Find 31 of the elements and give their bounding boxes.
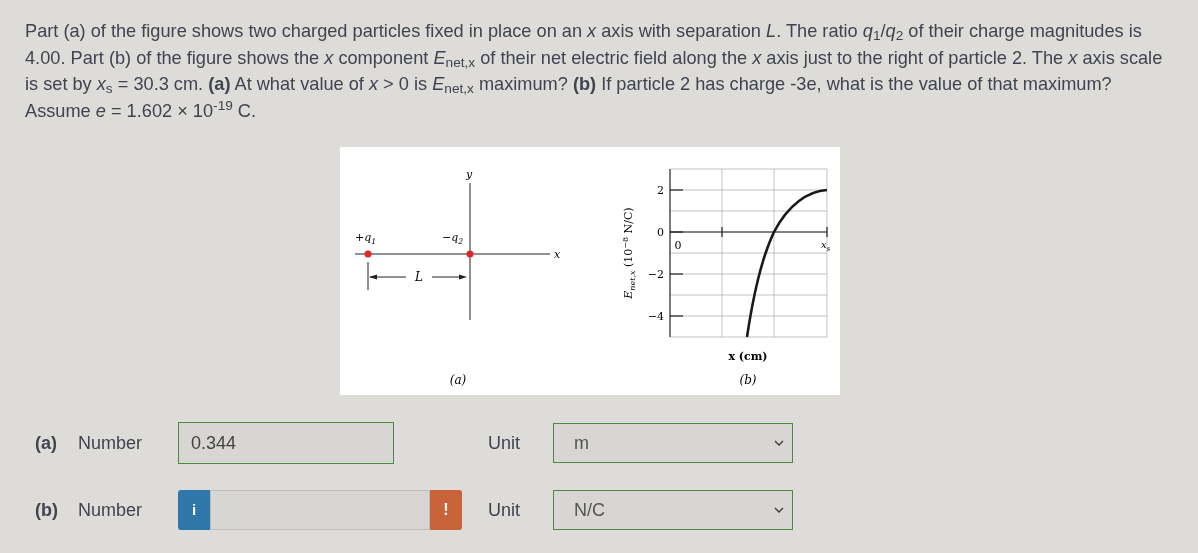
number-field[interactable]: 0.344 — [178, 422, 394, 464]
part-label: (b) — [35, 498, 59, 522]
figure-caption: (b) — [739, 373, 757, 387]
separation-label: L — [415, 270, 423, 284]
axis-label: x (cm) — [728, 350, 768, 363]
info-button[interactable]: i — [178, 490, 210, 530]
tick-label: −4 — [647, 310, 664, 323]
unit-select[interactable]: N/C — [553, 490, 793, 530]
unit-select[interactable]: m — [553, 423, 793, 463]
particle-dot — [466, 250, 474, 258]
axis-label: x — [554, 248, 561, 261]
part-label: (a) — [35, 431, 58, 455]
axis-label: y — [465, 168, 473, 181]
chevron-down-icon — [774, 440, 784, 446]
chevron-down-icon — [774, 507, 784, 513]
tick-label: x$_{s}$ — [821, 239, 831, 253]
field-label: Unit — [488, 498, 521, 522]
tick-label: −2 — [647, 268, 664, 281]
field-label: Unit — [488, 431, 521, 455]
alert-button[interactable]: ! — [430, 490, 462, 530]
question-text: Part (a) of the figure shows two charged particles fixed in place on an x axis with separation L. The ratio q$_{1}$/q$_{2}$ of their charge magnitudes is 4.00. Part (b) of the figure shows the x component E$_{net,x}$ of their net electric field along the x axis just to the right of particle 2. The x axis scale is set by x$_{s}$ = 30.3 cm. (a) At what value of x > 0 is E$_{net,x}$ maximum? (b) If particle 2 has charge -3e, what is the value of that maximum? Assume e = 1.602 × 10$^{-19}$ C. — [25, 20, 1164, 123]
number-field[interactable] — [210, 490, 430, 530]
tick-label: 0 — [657, 226, 664, 239]
figure-caption: (a) — [449, 373, 467, 387]
field-label: Number — [78, 431, 144, 455]
charge-label: −q$_{2}$ — [442, 231, 464, 246]
charge-label: +q$_{1}$ — [355, 231, 377, 246]
tick-label: 0 — [674, 239, 682, 252]
tick-label: 2 — [657, 184, 664, 197]
field-label: Number — [78, 498, 144, 522]
particle-dot — [364, 250, 372, 258]
